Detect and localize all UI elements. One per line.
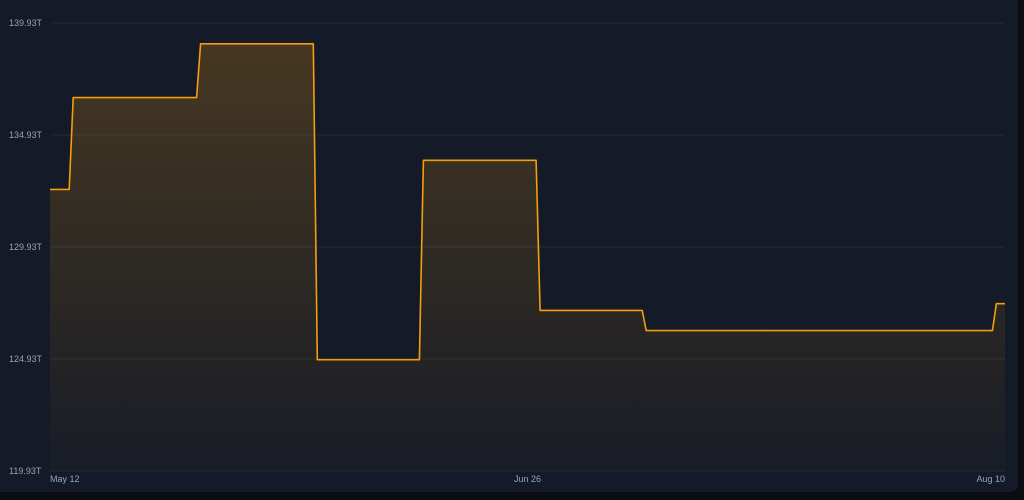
y-tick-label: 139.93T bbox=[9, 18, 43, 28]
x-tick-label: May 12 bbox=[50, 474, 80, 484]
y-tick-label: 124.93T bbox=[9, 354, 43, 364]
series-area bbox=[50, 43, 1005, 472]
x-tick-label: Aug 10 bbox=[976, 474, 1005, 484]
y-tick-label: 129.93T bbox=[9, 242, 43, 252]
x-tick-label: Jun 26 bbox=[514, 474, 541, 484]
y-tick-label: 119.93T bbox=[9, 466, 42, 476]
data-point bbox=[197, 42, 201, 46]
chart-panel: 119.93T 124.93T 129.93T 134.93T 139.93T May … bbox=[0, 0, 1018, 492]
y-axis: 119.93T 124.93T 129.93T 134.93T 139.93T bbox=[9, 18, 43, 476]
data-point bbox=[48, 187, 52, 191]
data-point bbox=[642, 329, 646, 333]
data-point bbox=[69, 96, 73, 100]
data-point bbox=[536, 308, 540, 312]
data-point bbox=[748, 329, 752, 333]
data-point bbox=[419, 158, 423, 162]
data-point bbox=[992, 302, 996, 306]
data-point bbox=[1003, 302, 1007, 306]
y-tick-label: 134.93T bbox=[9, 130, 43, 140]
step-area-chart: 119.93T 124.93T 129.93T 134.93T 139.93T May … bbox=[9, 18, 1007, 484]
x-axis: May 12 Jun 26 Aug 10 bbox=[50, 474, 1005, 484]
data-point bbox=[313, 358, 317, 362]
